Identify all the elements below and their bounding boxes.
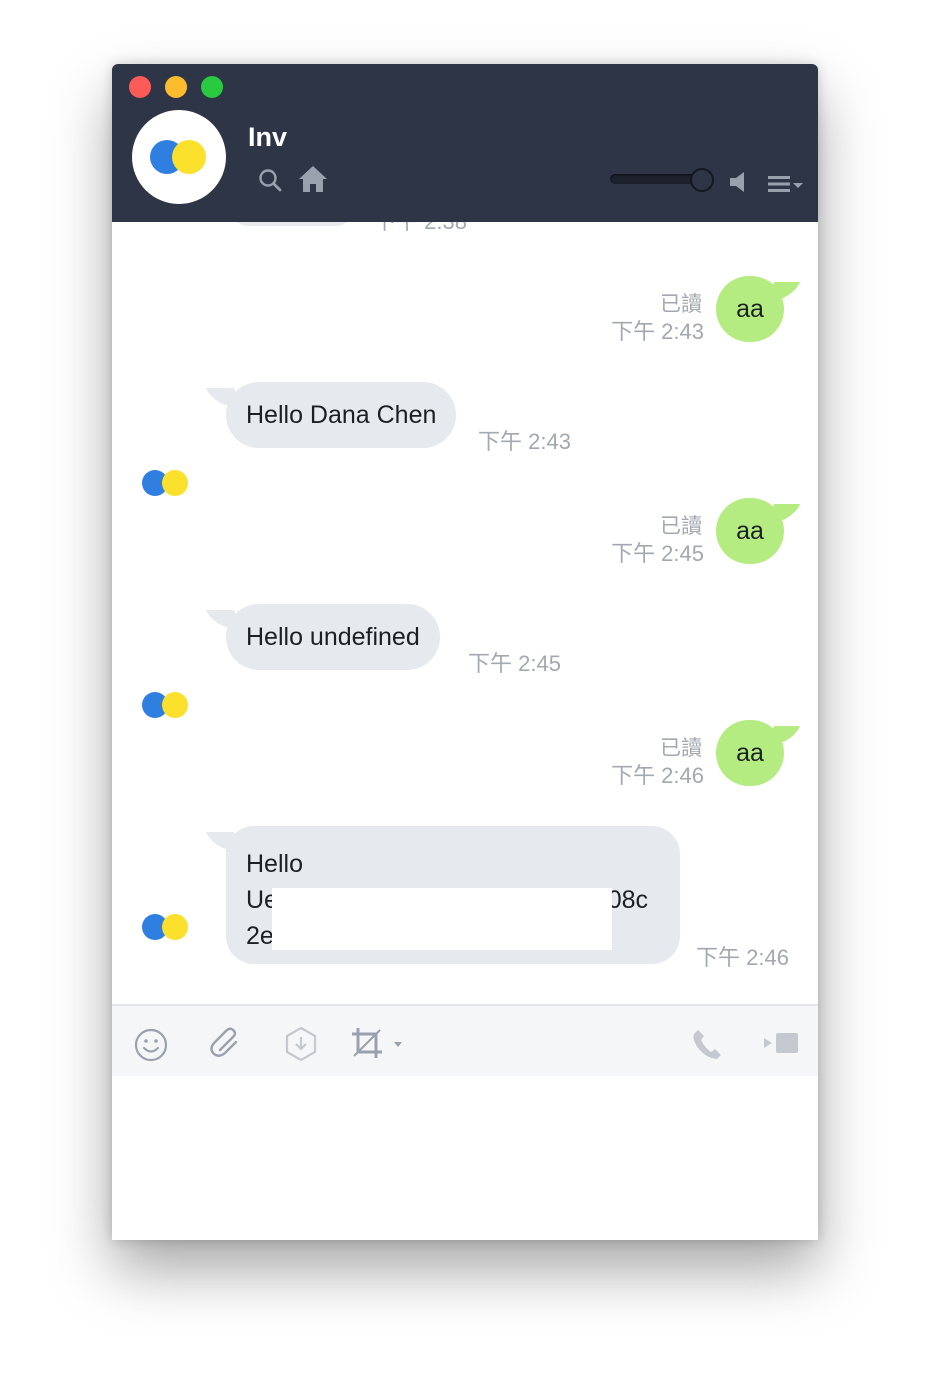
emoji-icon[interactable] [134, 1028, 168, 1062]
sender-avatar-icon[interactable] [142, 914, 190, 942]
their-message-bubble[interactable]: Hello undefined [226, 604, 440, 670]
message-timestamp: 下午 2:43 [478, 429, 571, 454]
zoom-window-button[interactable] [201, 76, 223, 98]
compose-toolbar [112, 1004, 818, 1078]
redaction-box [272, 888, 612, 950]
my-message-bubble[interactable]: aa [716, 276, 784, 342]
speaker-icon[interactable] [728, 170, 754, 194]
minimize-window-button[interactable] [165, 76, 187, 98]
clipped-timestamp: 下午 2:38 [374, 222, 467, 236]
chat-avatar[interactable] [132, 110, 226, 204]
search-icon[interactable] [258, 168, 282, 192]
message-timestamp: 下午 2:45 [468, 651, 561, 676]
close-window-button[interactable] [129, 76, 151, 98]
message-timestamp: 下午 2:46 [611, 763, 704, 788]
their-message-bubble[interactable]: Hello Ue 08c 2e [226, 826, 680, 964]
chat-title: Inv [248, 122, 288, 152]
sender-avatar-icon[interactable] [142, 470, 190, 498]
message-timestamp: 下午 2:43 [611, 319, 704, 344]
message-input[interactable] [112, 1076, 818, 1240]
message-timestamp: 下午 2:46 [696, 945, 789, 970]
message-list[interactable]: 下午 2:38 已讀 下午 2:43 aa Hello Dana Chen 下午… [112, 222, 818, 1004]
home-icon[interactable] [298, 165, 328, 193]
bot-logo-icon [150, 140, 210, 174]
keep-icon[interactable] [284, 1026, 318, 1062]
video-call-icon[interactable] [762, 1030, 800, 1056]
screenshot-icon[interactable] [350, 1026, 406, 1062]
attach-icon[interactable] [208, 1026, 244, 1062]
message-line: Hello [246, 850, 303, 878]
my-message-bubble[interactable]: aa [716, 498, 784, 564]
volume-slider-knob[interactable] [690, 168, 714, 192]
call-icon[interactable] [692, 1028, 722, 1060]
clipped-message-bubble [232, 222, 352, 226]
my-message-bubble[interactable]: aa [716, 720, 784, 786]
their-message-bubble[interactable]: Hello Dana Chen [226, 382, 457, 448]
message-timestamp: 下午 2:45 [611, 541, 704, 566]
chat-window: Inv 下午 2:38 已讀 下午 2:43 aa [112, 64, 818, 1240]
menu-icon[interactable] [768, 174, 806, 194]
sender-avatar-icon[interactable] [142, 692, 190, 720]
chat-header: Inv [112, 64, 818, 222]
